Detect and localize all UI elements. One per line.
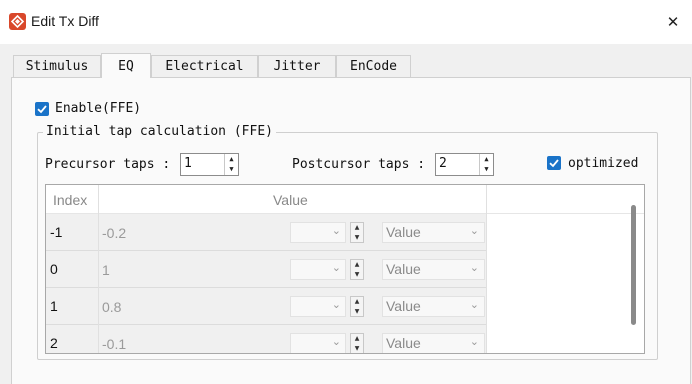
- tab-stimulus[interactable]: Stimulus: [13, 55, 101, 77]
- tab-label: EQ: [118, 59, 134, 74]
- close-icon: ✕: [666, 13, 680, 31]
- row-value[interactable]: -0.2: [102, 225, 126, 241]
- checkmark-icon: [37, 105, 47, 114]
- optimized-checkbox[interactable]: [547, 156, 561, 170]
- header-index: Index: [53, 192, 88, 208]
- optimized-label: optimized: [568, 156, 639, 171]
- postcursor-taps-label: Postcursor taps :: [292, 157, 426, 172]
- unit-value: Value: [386, 224, 421, 240]
- header-value: Value: [273, 192, 308, 208]
- spin-down-icon[interactable]: ▼: [480, 164, 493, 174]
- table-row[interactable]: 2 -0.1 ⌄ ▲ ▼ Value ⌄: [46, 325, 486, 353]
- tab-encode[interactable]: EnCode: [336, 55, 411, 77]
- unit-dropdown[interactable]: Value ⌄: [382, 259, 485, 280]
- table-row[interactable]: 0 1 ⌄ ▲ ▼ Value ⌄: [46, 251, 486, 288]
- spin-down-icon[interactable]: ▼: [351, 233, 363, 242]
- tab-label: EnCode: [350, 59, 397, 74]
- value-spin-buttons[interactable]: ▲ ▼: [350, 222, 364, 243]
- column-divider: [486, 185, 487, 353]
- chevron-down-icon: ⌄: [331, 261, 341, 274]
- precursor-taps-value: 1: [184, 156, 192, 171]
- unit-dropdown[interactable]: Value ⌄: [382, 222, 485, 243]
- row-value[interactable]: 1: [102, 262, 110, 278]
- tab-bar: Stimulus EQ Electrical Jitter EnCode: [0, 53, 692, 78]
- tab-label: Jitter: [273, 59, 321, 74]
- row-index: 1: [50, 298, 58, 314]
- unit-value: Value: [386, 298, 421, 314]
- window-title: Edit Tx Diff: [31, 13, 99, 29]
- checkmark-icon: [549, 159, 559, 168]
- chevron-down-icon: ⌄: [469, 261, 479, 274]
- spin-up-icon[interactable]: ▲: [351, 334, 363, 343]
- postcursor-taps-spinbox[interactable]: 2 ▲ ▼: [435, 153, 494, 176]
- column-divider: [98, 185, 99, 353]
- value-spin-buttons[interactable]: ▲ ▼: [350, 259, 364, 280]
- chevron-down-icon: ⌄: [469, 298, 479, 311]
- unit-value: Value: [386, 335, 421, 351]
- postcursor-taps-value: 2: [439, 156, 447, 171]
- title-bar: Edit Tx Diff ✕: [0, 0, 692, 44]
- value-dropdown[interactable]: ⌄: [290, 333, 346, 353]
- spin-up-icon[interactable]: ▲: [351, 223, 363, 232]
- spin-down-icon[interactable]: ▼: [351, 307, 363, 316]
- unit-dropdown[interactable]: Value ⌄: [382, 296, 485, 317]
- row-value[interactable]: -0.1: [102, 336, 126, 352]
- unit-dropdown[interactable]: Value ⌄: [382, 333, 485, 353]
- close-button[interactable]: ✕: [658, 8, 688, 36]
- spin-up-icon[interactable]: ▲: [351, 260, 363, 269]
- value-dropdown[interactable]: ⌄: [290, 222, 346, 243]
- precursor-taps-spinbox[interactable]: 1 ▲ ▼: [180, 153, 239, 176]
- tab-eq[interactable]: EQ: [101, 53, 151, 78]
- spin-down-icon[interactable]: ▼: [225, 164, 238, 174]
- chevron-down-icon: ⌄: [331, 335, 341, 348]
- row-value[interactable]: 0.8: [102, 299, 121, 315]
- row-index: -1: [50, 224, 63, 240]
- tab-label: Electrical: [165, 59, 244, 74]
- value-spin-buttons[interactable]: ▲ ▼: [350, 296, 364, 317]
- tab-jitter[interactable]: Jitter: [258, 55, 336, 77]
- value-dropdown[interactable]: ⌄: [290, 259, 346, 280]
- app-logo-icon: [9, 13, 26, 30]
- precursor-spin-buttons: ▲ ▼: [224, 154, 238, 175]
- tab-electrical[interactable]: Electrical: [151, 55, 258, 77]
- enable-ffe-label: Enable(FFE): [55, 101, 142, 116]
- chevron-down-icon: ⌄: [331, 298, 341, 311]
- spin-up-icon[interactable]: ▲: [480, 154, 493, 164]
- spin-down-icon[interactable]: ▼: [351, 270, 363, 279]
- table-row[interactable]: 1 0.8 ⌄ ▲ ▼ Value ⌄: [46, 288, 486, 325]
- chevron-down-icon: ⌄: [469, 335, 479, 348]
- row-index: 2: [50, 335, 58, 351]
- postcursor-spin-buttons: ▲ ▼: [479, 154, 493, 175]
- chevron-down-icon: ⌄: [331, 224, 341, 237]
- tab-label: Stimulus: [25, 59, 89, 74]
- spin-up-icon[interactable]: ▲: [351, 297, 363, 306]
- spin-down-icon[interactable]: ▼: [351, 344, 363, 353]
- unit-value: Value: [386, 261, 421, 277]
- table-header: Index Value: [46, 185, 644, 214]
- row-index: 0: [50, 261, 58, 277]
- enable-ffe-checkbox[interactable]: [35, 102, 49, 116]
- precursor-taps-label: Precursor taps :: [45, 157, 171, 172]
- tap-table: Index Value -1 -0.2 ⌄ ▲ ▼ Value ⌄ 0 1 ⌄ ▲ ▼…: [45, 184, 645, 354]
- spin-up-icon[interactable]: ▲: [225, 154, 238, 164]
- value-spin-buttons[interactable]: ▲ ▼: [350, 333, 364, 353]
- groupbox-title: Initial tap calculation (FFE): [43, 124, 276, 139]
- chevron-down-icon: ⌄: [469, 224, 479, 237]
- value-dropdown[interactable]: ⌄: [290, 296, 346, 317]
- table-row[interactable]: -1 -0.2 ⌄ ▲ ▼ Value ⌄: [46, 214, 486, 251]
- table-vertical-scrollbar[interactable]: [631, 205, 636, 325]
